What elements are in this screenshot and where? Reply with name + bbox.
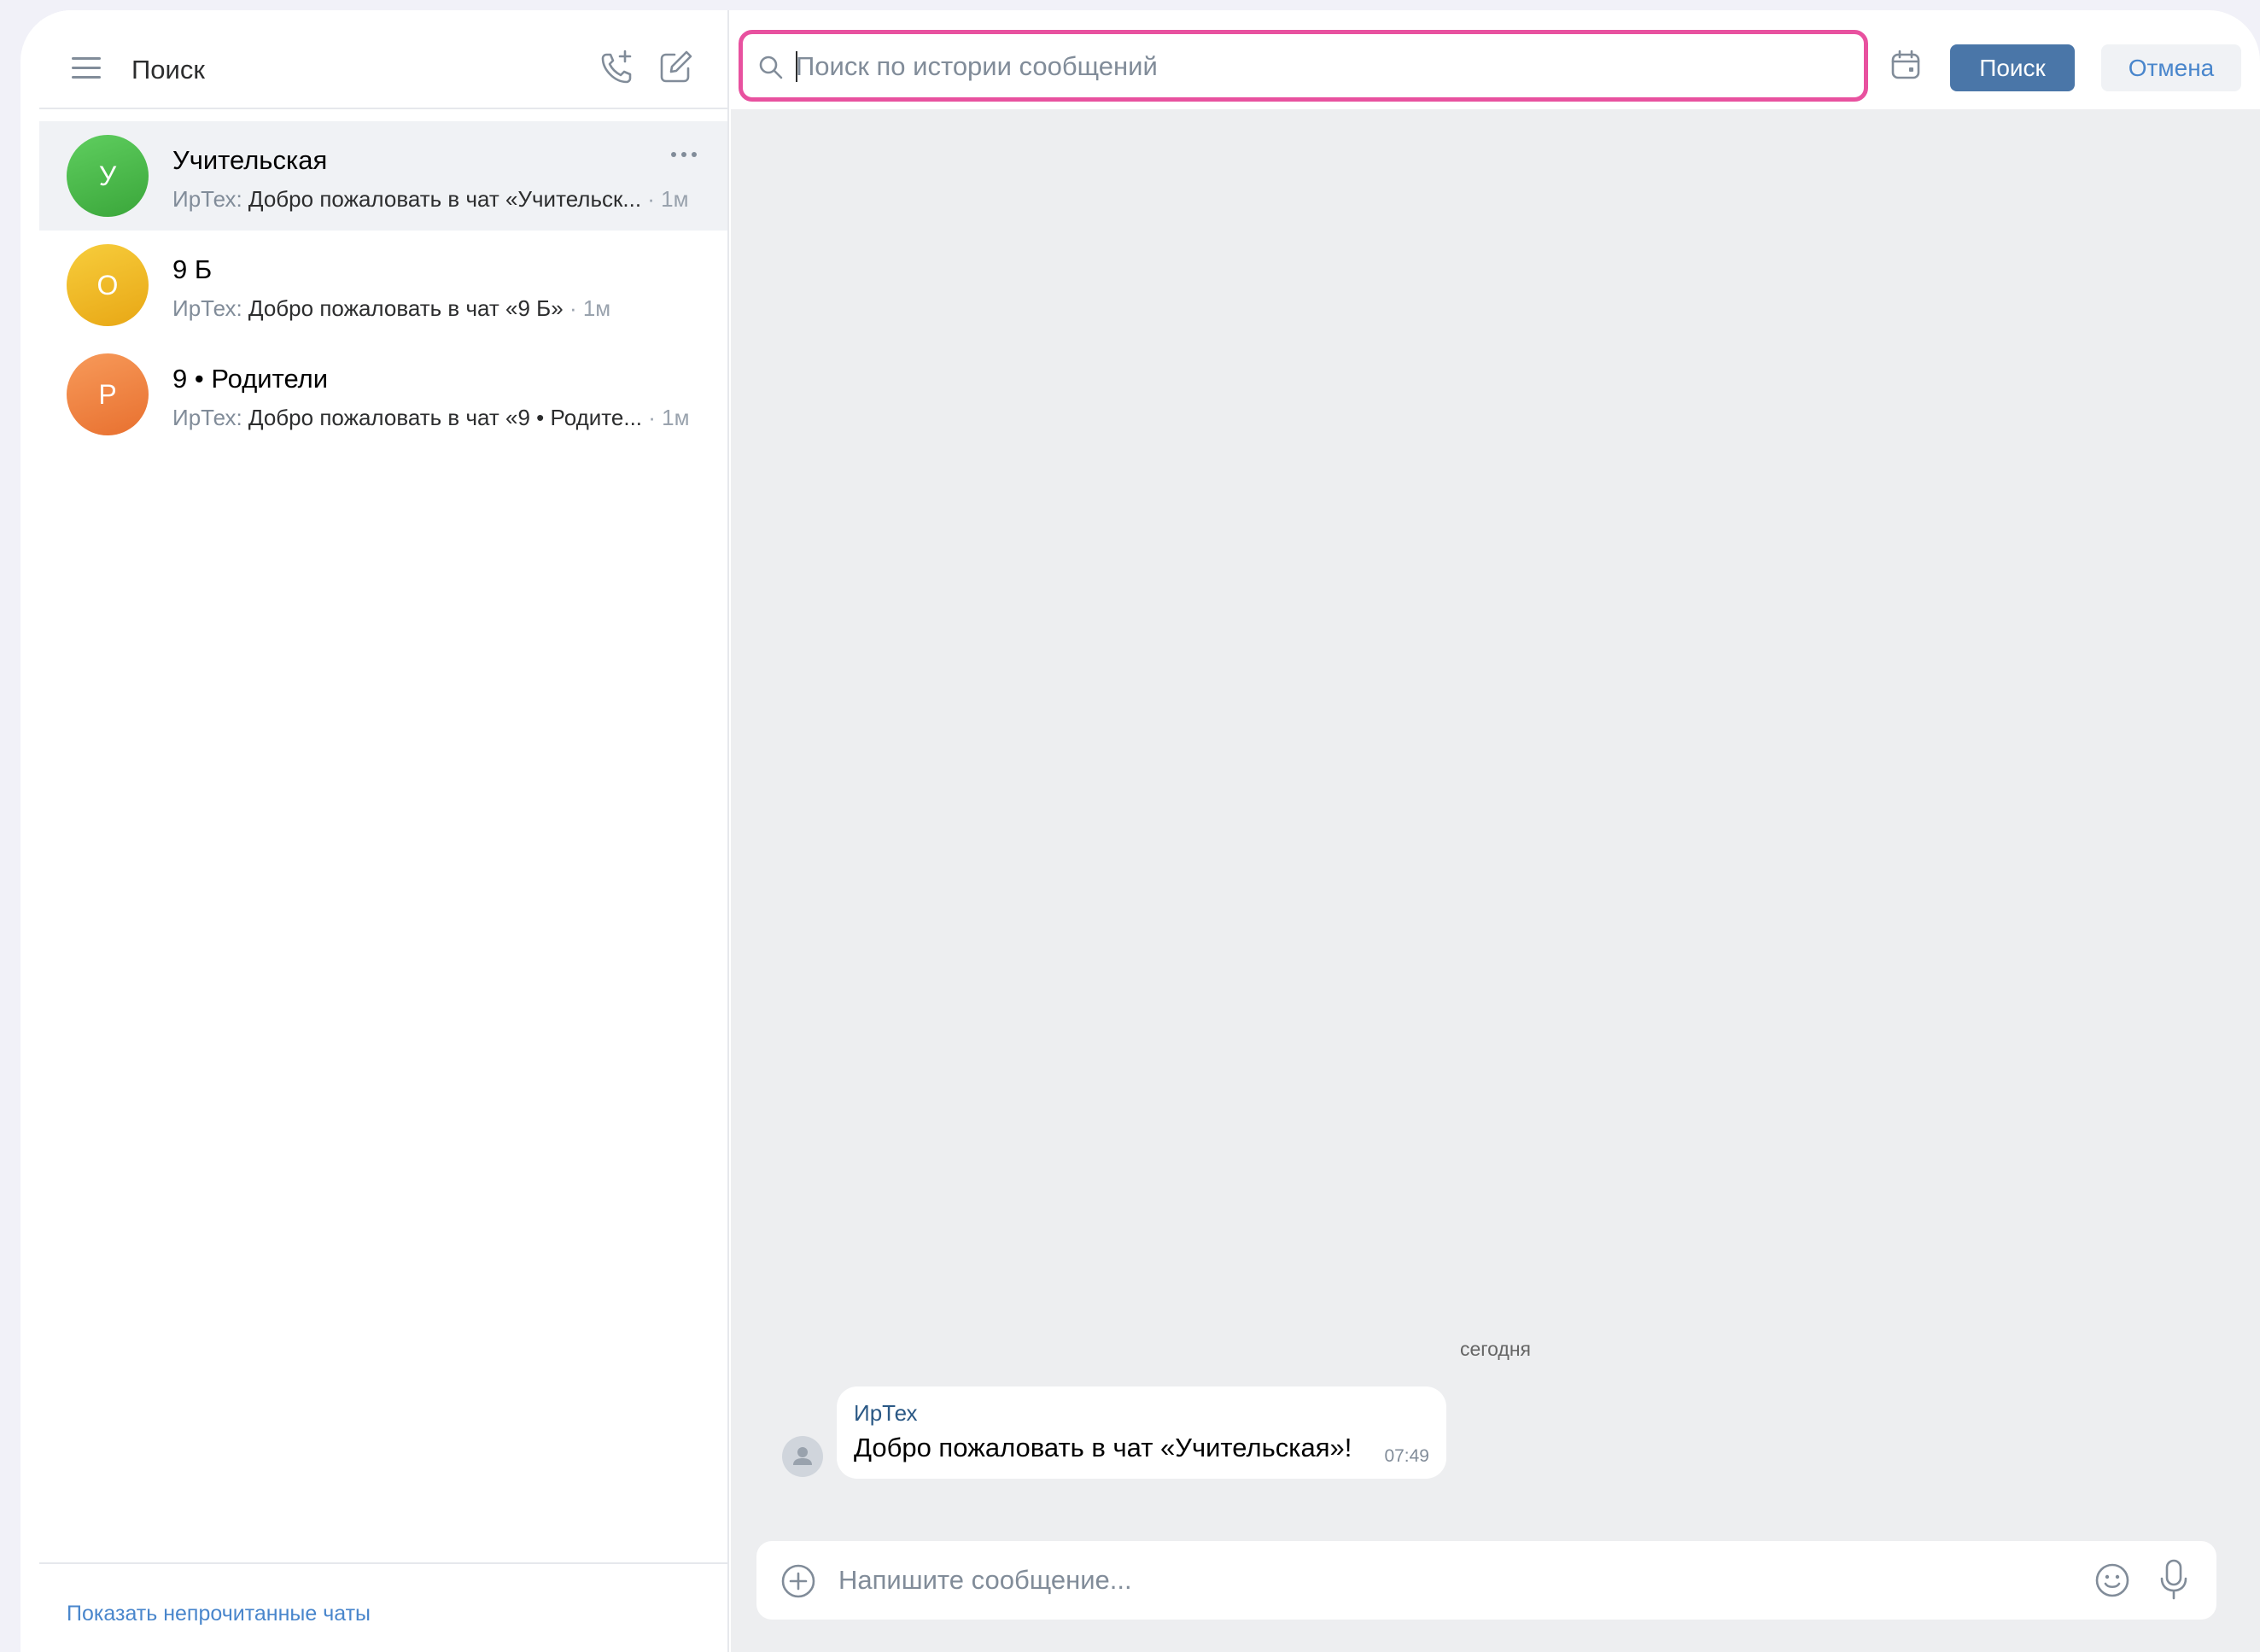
show-unread-chats-link[interactable]: Показать непрочитанные чаты <box>67 1602 371 1626</box>
user-icon <box>793 1447 812 1465</box>
chat-title: 9 Б <box>172 254 213 284</box>
chat-preview: ИрТех: Добро пожаловать в чат «Учительск… <box>172 186 689 213</box>
message-bubble[interactable]: ИрТех Добро пожаловать в чат «Учительска… <box>837 1386 1446 1479</box>
chat-item-9b[interactable]: О 9 Б ИрТех: Добро пожаловать в чат «9 Б… <box>39 231 727 340</box>
chat-search-label[interactable]: Поиск <box>131 55 205 85</box>
avatar[interactable] <box>782 1436 823 1477</box>
chat-list-footer: Показать непрочитанные чаты <box>39 1562 727 1652</box>
chat-item-9-roditeli[interactable]: Р 9 • Родители ИрТех: Добро пожаловать в… <box>39 340 727 449</box>
preview-author: ИрТех: <box>172 295 242 321</box>
chat-list-header: Поиск <box>39 10 727 109</box>
preview-time: · 1м <box>569 295 611 321</box>
message-history-search <box>739 30 1868 102</box>
preview-text: Добро пожаловать в чат «9 • Родите... <box>248 405 643 430</box>
chat-preview: ИрТех: Добро пожаловать в чат «9 • Родит… <box>172 405 689 431</box>
preview-time: · 1м <box>647 186 689 212</box>
chat-preview: ИрТех: Добро пожаловать в чат «9 Б» · 1м <box>172 295 610 322</box>
emoji-icon[interactable] <box>2094 1562 2131 1599</box>
chat-item-uchitelskaya[interactable]: У Учительская ИрТех: Добро пожаловать в … <box>39 121 727 231</box>
search-button[interactable]: Поиск <box>1950 44 2075 91</box>
preview-author: ИрТех: <box>172 405 242 430</box>
cancel-button[interactable]: Отмена <box>2101 44 2241 91</box>
preview-text: Добро пожаловать в чат «9 Б» <box>248 295 564 321</box>
search-input[interactable] <box>796 48 1846 85</box>
attach-plus-icon[interactable] <box>780 1563 816 1599</box>
avatar: У <box>67 135 149 217</box>
preview-time: · 1м <box>648 405 690 430</box>
message-text: Добро пожаловать в чат «Учительская»! <box>854 1433 1352 1462</box>
chat-title: 9 • Родители <box>172 364 329 394</box>
more-options-icon[interactable] <box>671 150 700 159</box>
avatar: О <box>67 244 149 326</box>
compose-icon[interactable] <box>656 48 695 87</box>
chat-list-panel: Поиск У Учительская ИрТех: Добро пожалов… <box>39 10 729 1652</box>
conversation-header: Поиск Отмена <box>731 10 2260 109</box>
avatar: Р <box>67 353 149 435</box>
conversation-panel: Поиск Отмена сегодня ИрТех Добро пожалов… <box>731 10 2260 1652</box>
message-time: 07:49 <box>1384 1446 1429 1466</box>
app-window: Поиск У Учительская ИрТех: Добро пожалов… <box>20 10 2260 1652</box>
menu-icon[interactable] <box>72 57 101 79</box>
chat-title: Учительская <box>172 145 328 175</box>
message-input[interactable] <box>838 1562 2034 1599</box>
message-author[interactable]: ИрТех <box>854 1400 917 1427</box>
add-call-icon[interactable] <box>598 48 637 87</box>
message-composer <box>756 1541 2216 1620</box>
preview-author: ИрТех: <box>172 186 242 212</box>
calendar-icon[interactable] <box>1889 48 1923 82</box>
preview-text: Добро пожаловать в чат «Учительск... <box>248 186 642 212</box>
microphone-icon[interactable] <box>2158 1558 2189 1601</box>
search-icon <box>759 55 783 79</box>
date-separator: сегодня <box>1459 1338 1532 1360</box>
